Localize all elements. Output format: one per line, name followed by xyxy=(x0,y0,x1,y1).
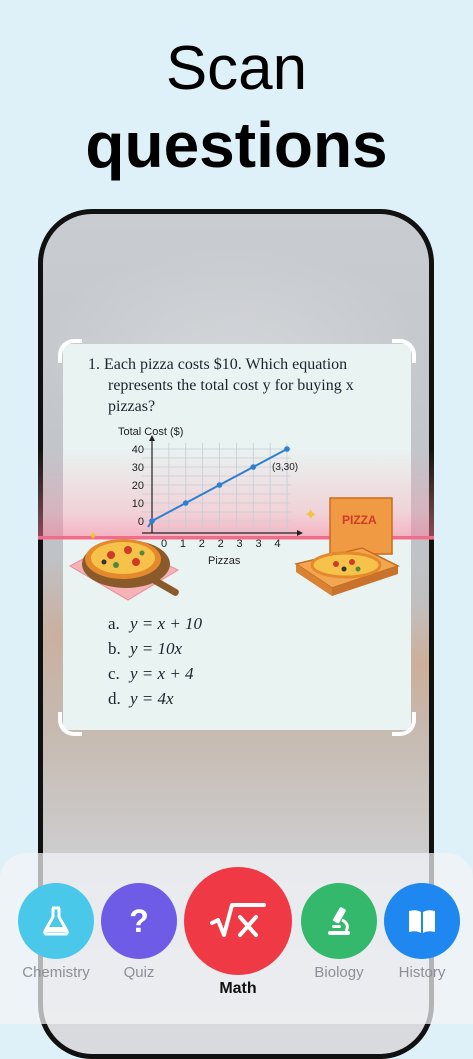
sqrt-x-icon xyxy=(210,903,266,937)
tab-quiz-label: Quiz xyxy=(123,964,155,981)
hero-line-2: questions xyxy=(85,109,388,181)
y-tick-label: 10 xyxy=(132,498,144,510)
tab-quiz[interactable]: ? xyxy=(101,883,177,959)
tab-chemistry[interactable] xyxy=(18,883,94,959)
x-tick-label: 3 xyxy=(255,538,261,550)
microscope-icon xyxy=(328,907,350,935)
flask-icon xyxy=(43,906,69,936)
chart-ylabel: Total Cost ($) xyxy=(118,426,183,438)
y-tick-label: 0 xyxy=(138,516,144,528)
data-point xyxy=(216,482,223,488)
question-text: 1. Each pizza costs $10. Which equation … xyxy=(88,354,388,417)
data-point xyxy=(250,464,257,470)
hero-title: Scan questions xyxy=(0,30,473,182)
tab-history[interactable] xyxy=(384,883,460,959)
y-tick-label: 40 xyxy=(132,444,144,456)
choice-a: a. y = x + 10 xyxy=(108,614,203,633)
chart-grid xyxy=(142,443,291,533)
chart-xlabel: Pizzas xyxy=(208,555,241,567)
sparkle-left-icon: ✦ xyxy=(88,529,98,543)
question-line-1: Each pizza costs $10. Which equation xyxy=(104,356,348,373)
data-point xyxy=(182,500,189,506)
question-line-2: represents the total cost y for buying x xyxy=(108,377,354,394)
subject-tab-bar: Chemistry ? Quiz Math Biology History xyxy=(0,853,473,1024)
pizza-box-label: PIZZA xyxy=(342,513,377,527)
y-tick-label: 30 xyxy=(132,462,144,474)
tab-history-label: History xyxy=(398,964,446,981)
x-tick-label: 4 xyxy=(274,538,280,550)
x-tick-label: 3 xyxy=(237,538,243,550)
chart-annotation: (3,30) xyxy=(272,462,298,473)
answer-choices: a. y = x + 10 b. y = 10x c. y = x + 4 d. y =… xyxy=(108,611,202,711)
sparkle-right-icon: ✦ xyxy=(304,507,317,524)
tab-math[interactable] xyxy=(184,867,292,975)
tab-biology[interactable] xyxy=(301,883,377,959)
question-line-3: pizzas? xyxy=(108,398,156,415)
tab-math-label: Math xyxy=(219,980,257,997)
question-icon: ? xyxy=(129,902,149,939)
hero-line-1: Scan xyxy=(165,34,308,103)
choice-b: b. y = 10x xyxy=(108,639,183,658)
choice-d: d. y = 4x xyxy=(108,689,174,708)
y-tick-label: 20 xyxy=(132,480,144,492)
x-tick-label: 2 xyxy=(199,538,205,550)
x-tick-label: 2 xyxy=(218,538,224,550)
data-point xyxy=(284,446,290,452)
pizza-left-illustration: ✦ xyxy=(68,529,180,601)
book-icon xyxy=(409,910,435,933)
pizza-box-illustration: PIZZA ✦ xyxy=(294,497,400,596)
question-number: 1. xyxy=(88,356,100,373)
choice-c: c. y = x + 4 xyxy=(108,664,194,683)
chart-y-ticks: 0 10 20 30 40 xyxy=(132,444,144,528)
data-point xyxy=(149,518,155,524)
